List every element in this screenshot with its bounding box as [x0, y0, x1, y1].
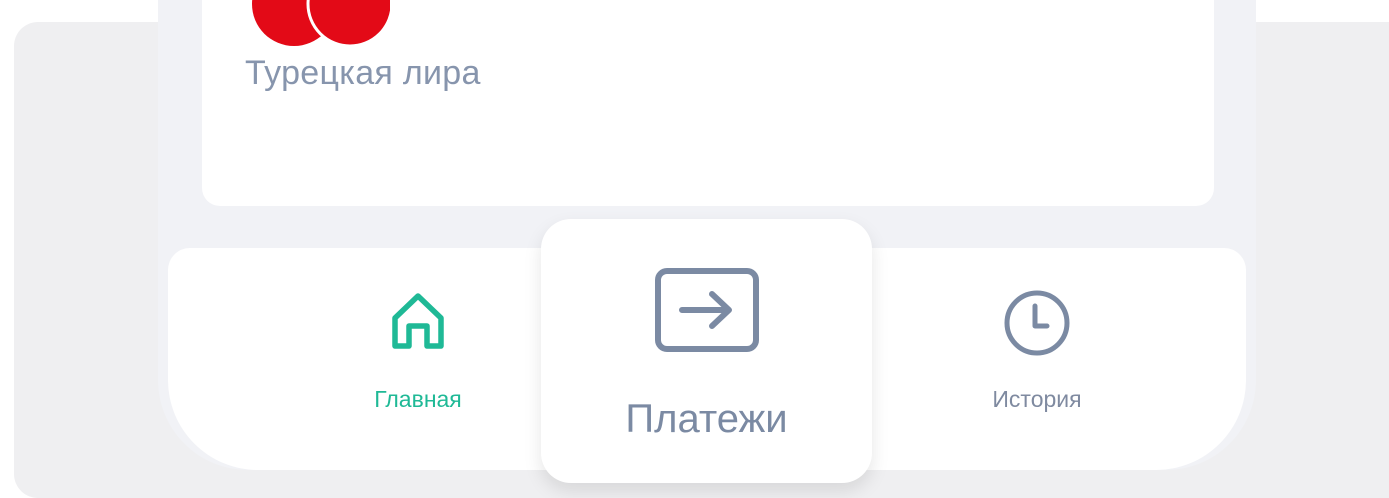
nav-tab-history[interactable]: История: [937, 288, 1137, 418]
nav-label-history: История: [992, 386, 1082, 412]
clock-icon: [1004, 290, 1070, 356]
transfer-arrow-icon: [654, 268, 759, 352]
nav-label-home: Главная: [374, 386, 462, 412]
turkey-flag-icon: [252, 0, 390, 48]
currency-name: Турецкая лира: [245, 54, 481, 92]
nav-label-payments: Платежи: [625, 397, 788, 441]
nav-tab-payments[interactable]: Платежи: [541, 219, 872, 483]
nav-tab-home[interactable]: Главная: [318, 288, 518, 418]
home-icon: [392, 293, 444, 349]
currency-card[interactable]: Турецкая лира: [202, 0, 1214, 206]
